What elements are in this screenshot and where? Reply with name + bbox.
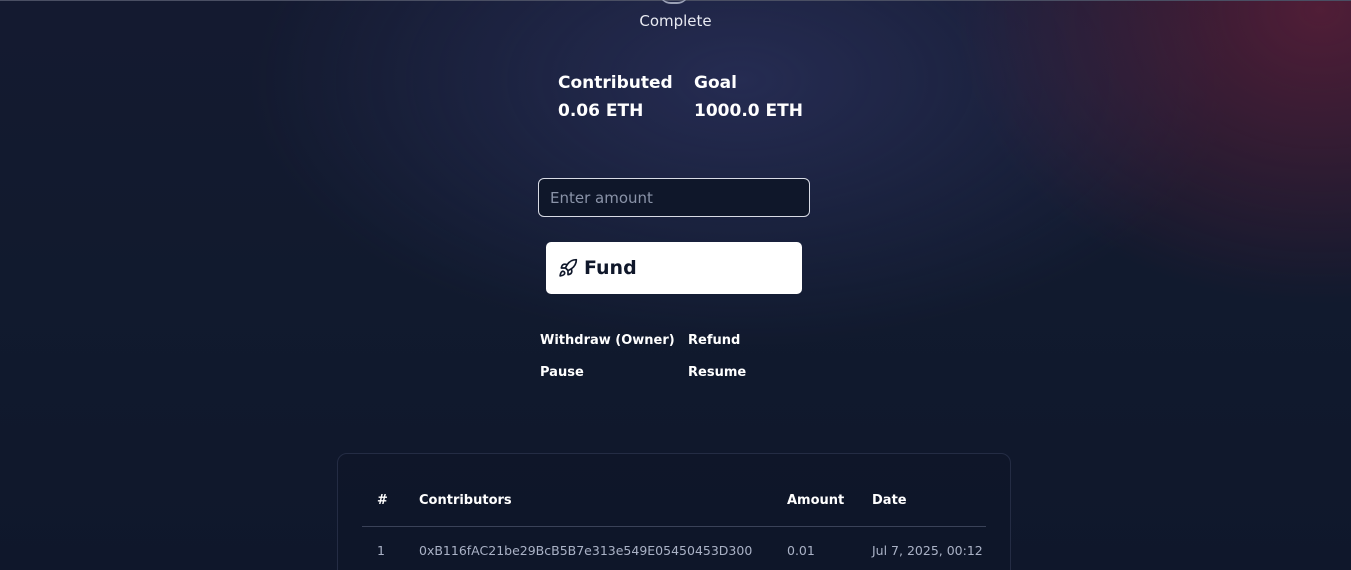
contribution-date: Jul 7, 2025, 00:12: [872, 543, 983, 558]
column-header-contributors: Contributors: [419, 493, 512, 508]
progress-ring-edge: [659, 0, 689, 4]
contributed-label: Contributed: [558, 73, 673, 93]
contributor-address: 0xB116fAC21be29BcB5B7e313e549E05450453D3…: [419, 543, 753, 558]
goal-value: 1000.0 ETH: [694, 101, 803, 121]
fund-button[interactable]: Fund: [546, 242, 802, 294]
column-header-amount: Amount: [787, 493, 845, 508]
table-header-divider: [362, 526, 986, 527]
column-header-index: #: [377, 493, 388, 508]
contribution-amount: 0.01: [787, 543, 815, 558]
resume-button[interactable]: Resume: [688, 365, 746, 380]
contributed-stat: Contributed 0.06 ETH: [558, 69, 673, 125]
fund-button-label: Fund: [584, 257, 637, 279]
row-index: 1: [377, 543, 385, 558]
refund-button[interactable]: Refund: [688, 333, 740, 348]
amount-input[interactable]: [538, 178, 810, 217]
pause-button[interactable]: Pause: [540, 365, 584, 380]
withdraw-button[interactable]: Withdraw (Owner): [540, 333, 675, 348]
rocket-icon: [559, 258, 578, 277]
goal-label: Goal: [694, 73, 737, 93]
campaign-status: Complete: [639, 12, 712, 30]
column-header-date: Date: [872, 493, 907, 508]
goal-stat: Goal 1000.0 ETH: [694, 69, 803, 125]
contributed-value: 0.06 ETH: [558, 101, 644, 121]
